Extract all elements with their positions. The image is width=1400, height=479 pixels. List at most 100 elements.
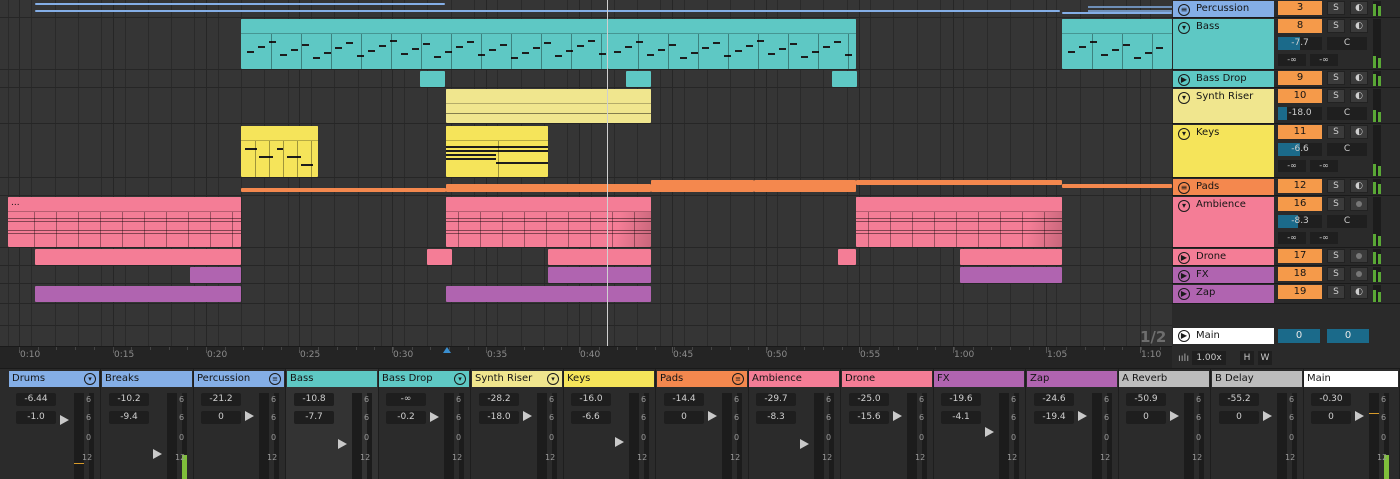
volume-value[interactable]: 0 <box>201 411 241 424</box>
volume-value[interactable]: -18.0 <box>479 411 519 424</box>
monitor-icon[interactable]: ◐ <box>1350 285 1368 299</box>
volume-fader-handle[interactable] <box>985 427 994 437</box>
strip-title[interactable]: Zap <box>1027 371 1117 387</box>
bass-drop-clip[interactable] <box>420 71 445 87</box>
solo-button[interactable]: S <box>1327 125 1345 139</box>
percussion-clip[interactable] <box>35 10 1060 12</box>
track-number[interactable]: 18 <box>1278 267 1322 281</box>
fader-track[interactable] <box>722 393 732 479</box>
send-a[interactable]: -∞ <box>1278 54 1306 66</box>
volume-value[interactable]: -9.4 <box>109 411 149 424</box>
pads-clip[interactable] <box>241 188 446 192</box>
pads-clip[interactable] <box>446 184 651 192</box>
volume-value[interactable]: -0.2 <box>386 411 426 424</box>
strip-title[interactable]: Percussion ≡ <box>194 371 284 387</box>
volume-fader-handle[interactable] <box>523 411 532 421</box>
strip-title[interactable]: Main <box>1304 371 1398 387</box>
bass-clip[interactable] <box>1062 19 1172 69</box>
track-number[interactable]: 8 <box>1278 19 1322 33</box>
volume-value[interactable]: 0 <box>1219 411 1259 424</box>
monitor-icon[interactable]: ◐ <box>1350 19 1368 33</box>
solo-button[interactable]: S <box>1327 71 1345 85</box>
mixer-strip-bass-drop[interactable]: Bass Drop ▾ -∞ -0.2 6 6 0 12 <box>378 369 471 479</box>
mixer-strip-synth-riser[interactable]: Synth Riser ▾ -28.2 -18.0 6 6 0 12 <box>471 369 564 479</box>
fader-track[interactable] <box>352 393 362 479</box>
track-pan[interactable]: C <box>1327 215 1367 228</box>
track-number[interactable]: 12 <box>1278 179 1322 193</box>
monitor-icon[interactable]: ◐ <box>1350 1 1368 15</box>
chevron-down-icon[interactable]: ▾ <box>547 373 559 385</box>
track-name-box[interactable]: ≡ Percussion <box>1173 1 1274 17</box>
bass-clip[interactable] <box>608 19 856 69</box>
track-header-keys[interactable]: ▾ Keys 11 S ◐ -6.6 C -∞ -∞ <box>1172 124 1400 178</box>
mixer-strip-drums[interactable]: Drums ▾ -6.44 -1.0 6 6 0 12 <box>8 369 101 479</box>
solo-button[interactable]: S <box>1327 19 1345 33</box>
volume-fader-handle[interactable] <box>430 412 439 422</box>
send-b[interactable]: -∞ <box>1310 160 1338 172</box>
strip-title[interactable]: Bass <box>287 371 377 387</box>
chevron-down-icon[interactable]: ▾ <box>84 373 96 385</box>
drone-clip[interactable] <box>548 249 651 265</box>
pads-clip[interactable] <box>856 180 1062 185</box>
solo-button[interactable]: S <box>1327 285 1345 299</box>
fader-track[interactable] <box>1369 393 1379 479</box>
strip-title[interactable]: A Reverb <box>1119 371 1209 387</box>
fx-clip[interactable] <box>960 267 1062 283</box>
play-icon[interactable]: ▶ <box>1178 252 1190 264</box>
track-number[interactable]: 3 <box>1278 1 1322 15</box>
keys-clip[interactable] <box>446 126 548 177</box>
playhead[interactable] <box>607 0 608 346</box>
volume-fader-handle[interactable] <box>893 411 902 421</box>
play-icon[interactable]: ▶ <box>1178 270 1190 282</box>
volume-fader-handle[interactable] <box>338 439 347 449</box>
fader-track[interactable] <box>999 393 1009 479</box>
track-header-bass[interactable]: ▾ Bass 8 S ◐ -7.7 C -∞ -∞ <box>1172 18 1400 70</box>
strip-title[interactable]: Drone <box>842 371 932 387</box>
solo-button[interactable]: S <box>1327 267 1345 281</box>
drone-clip[interactable] <box>960 249 1062 265</box>
solo-button[interactable]: S <box>1327 179 1345 193</box>
volume-value[interactable]: -6.6 <box>571 411 611 424</box>
fader-track[interactable] <box>1277 393 1287 479</box>
strip-title[interactable]: FX <box>934 371 1024 387</box>
play-icon[interactable]: ▶ <box>1178 74 1190 86</box>
synth-riser-clip[interactable] <box>446 89 651 123</box>
chevron-down-icon[interactable]: ▾ <box>1178 22 1190 34</box>
track-name-box[interactable]: ▾ Ambience <box>1173 197 1274 247</box>
volume-value[interactable]: -4.1 <box>941 411 981 424</box>
bass-clip[interactable] <box>241 19 608 69</box>
mixer-strip-keys[interactable]: Keys -16.0 -6.6 6 6 0 12 <box>563 369 656 479</box>
list-icon[interactable]: ≡ <box>269 373 281 385</box>
track-number[interactable]: 10 <box>1278 89 1322 103</box>
volume-value[interactable]: 0 <box>1311 411 1351 424</box>
record-arm-button[interactable] <box>1350 197 1368 211</box>
volume-fader-handle[interactable] <box>1170 411 1179 421</box>
track-header-drone[interactable]: ▶ Drone 17 S <box>1172 248 1400 266</box>
volume-fader-handle[interactable] <box>615 437 624 447</box>
chevron-down-icon[interactable]: ▾ <box>454 373 466 385</box>
track-number[interactable]: 19 <box>1278 285 1322 299</box>
track-number[interactable]: 16 <box>1278 197 1322 211</box>
zap-clip[interactable] <box>35 286 241 302</box>
fader-track[interactable] <box>259 393 269 479</box>
record-arm-button[interactable] <box>1350 249 1368 263</box>
list-icon[interactable]: ≡ <box>732 373 744 385</box>
track-name-box[interactable]: ≡ Pads <box>1173 179 1274 195</box>
send-a[interactable]: -∞ <box>1278 160 1306 172</box>
volume-value[interactable]: -1.0 <box>16 411 56 424</box>
keys-clip[interactable] <box>241 126 318 177</box>
mixer-strip-percussion[interactable]: Percussion ≡ -21.2 0 6 6 0 12 <box>193 369 286 479</box>
time-ruler[interactable]: 0:10 0:15 0:20 0:25 0:30 0:35 0:40 0:45 0:50 0:55… <box>0 346 1172 368</box>
bass-drop-clip[interactable] <box>832 71 857 87</box>
main-track-header[interactable]: ▶ Main 0 0 <box>1172 326 1400 348</box>
track-header-pads[interactable]: ≡ Pads 12 S ◐ <box>1172 178 1400 196</box>
track-pan[interactable]: C <box>1327 143 1367 156</box>
strip-title[interactable]: Synth Riser ▾ <box>472 371 562 387</box>
volume-fader-handle[interactable] <box>1263 411 1272 421</box>
main-volume-a[interactable]: 0 <box>1278 329 1320 343</box>
monitor-icon[interactable]: ◐ <box>1350 71 1368 85</box>
mixer-strip-main[interactable]: Main -0.30 0 6 6 0 12 <box>1303 369 1400 479</box>
mixer-strip-pads[interactable]: Pads ≡ -14.4 0 6 6 0 12 <box>656 369 749 479</box>
mixer-strip-b-delay[interactable]: B Delay -55.2 0 6 6 0 12 <box>1211 369 1304 479</box>
fader-track[interactable] <box>537 393 547 479</box>
